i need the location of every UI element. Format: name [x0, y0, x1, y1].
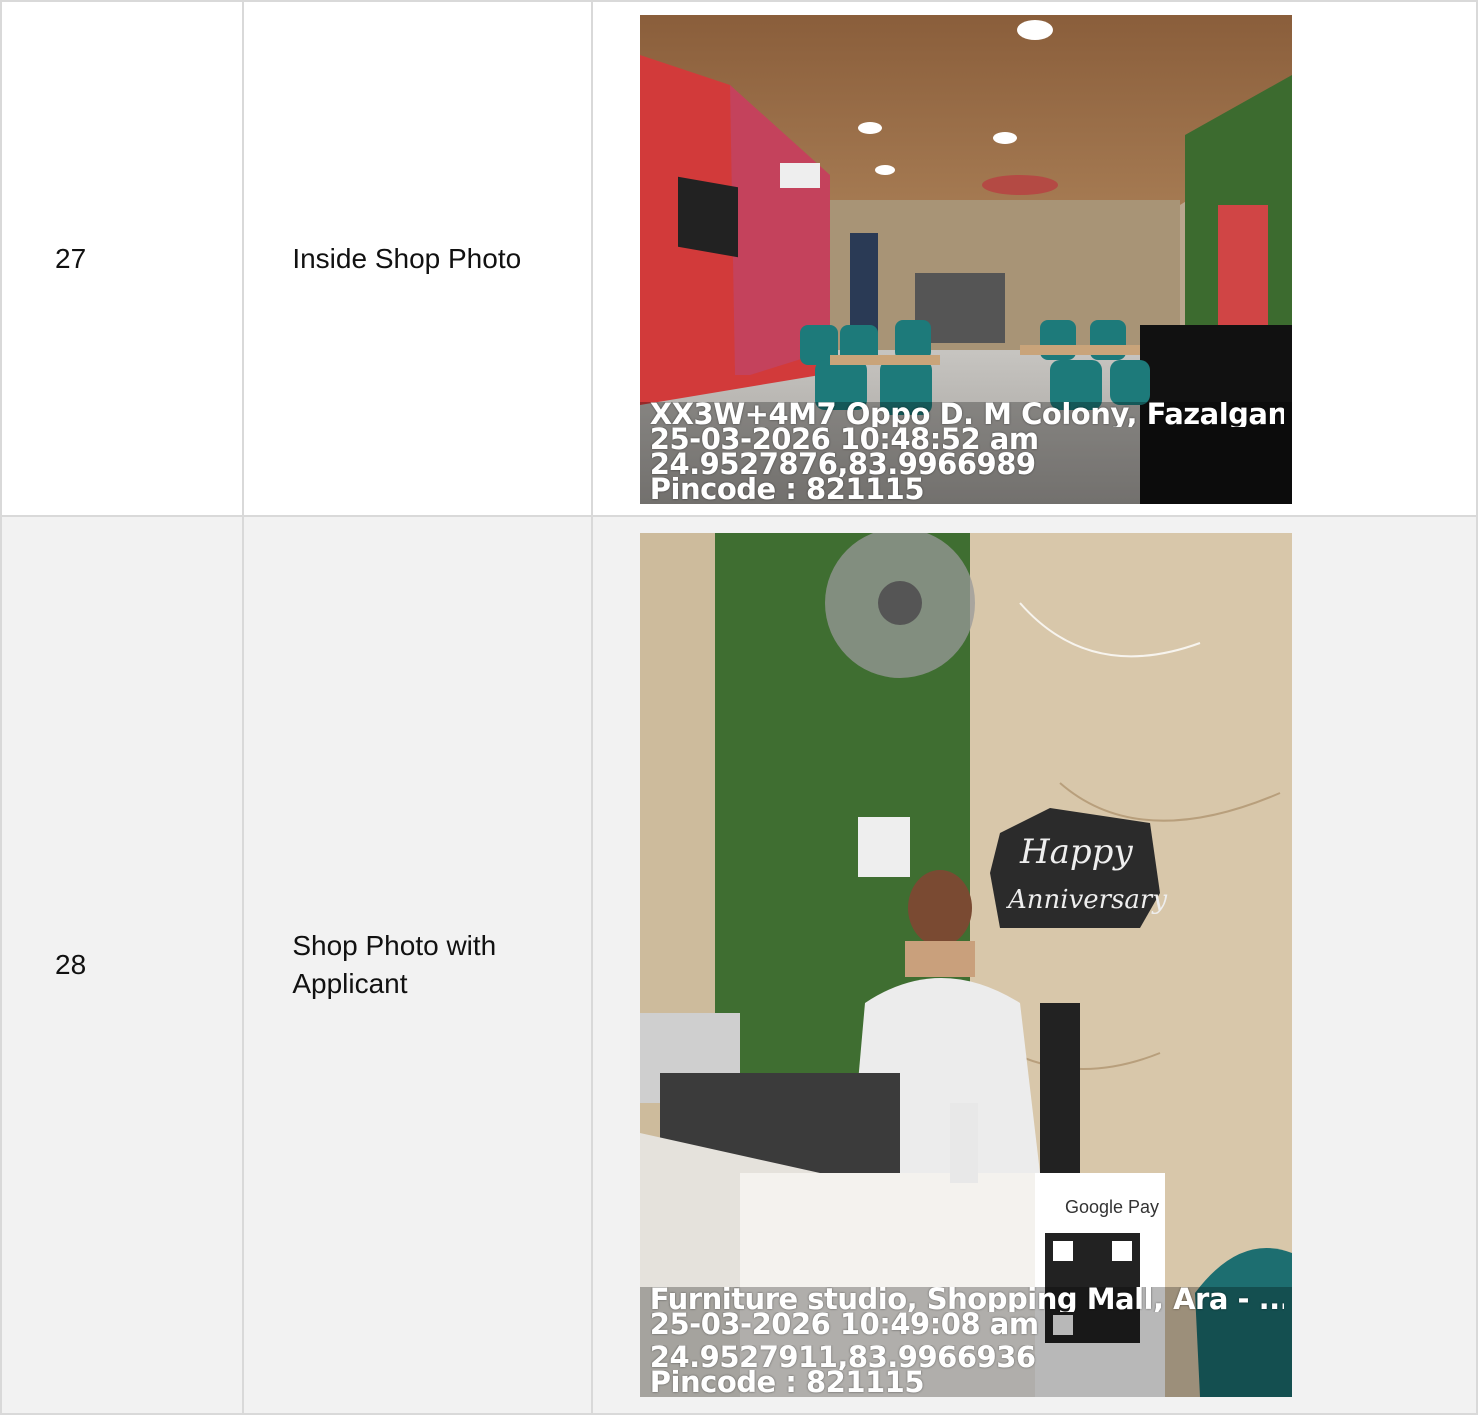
applicant-at-counter-image: Happy Anniversary Google Pay [639, 533, 1292, 1397]
table-row: 28 Shop Photo with Applicant Happy Anniv… [0, 515, 1479, 1415]
stamp-coordinates: 24.9527876,83.9966989 [649, 452, 1036, 477]
geo-stamp: Furniture studio, Shopping Mall, Ara - .… [639, 1287, 1292, 1397]
sign-anniversary: Anniversary [1006, 885, 1167, 915]
photo-cell: Happy Anniversary Google Pay Furniture s… [590, 515, 1479, 1415]
row-label: Inside Shop Photo [242, 0, 593, 517]
stamp-coordinates: 24.9527911,83.9966936 [649, 1345, 1036, 1370]
photo-cell: XX3W+4M7 Oppo D. M Colony, Fazalganj, ..… [590, 0, 1479, 517]
inside-shop-photo: XX3W+4M7 Oppo D. M Colony, Fazalganj, ..… [639, 15, 1292, 504]
row-label-line: Shop Photo with [292, 930, 497, 961]
row-number: 27 [0, 0, 245, 517]
stamp-pincode: Pincode : 821115 [649, 1370, 925, 1395]
row-label-line: Applicant [292, 968, 408, 999]
stamp-pincode: Pincode : 821115 [649, 477, 925, 502]
sign-happy: Happy [1019, 832, 1133, 872]
row-number: 28 [0, 515, 245, 1415]
stamp-address: Furniture studio, Shopping Mall, Ara - .… [649, 1287, 1284, 1312]
table-row: 27 Inside Shop Photo XX3W+4M7 Oppo D. M … [0, 0, 1479, 517]
row-label: Shop Photo with Applicant [242, 515, 593, 1415]
geo-stamp: XX3W+4M7 Oppo D. M Colony, Fazalganj, ..… [639, 402, 1292, 504]
document-table: 27 Inside Shop Photo XX3W+4M7 Oppo D. M … [0, 0, 1479, 1415]
stamp-datetime: 25-03-2026 10:49:08 am [649, 1312, 1039, 1337]
shop-photo-with-applicant: Happy Anniversary Google Pay Furniture s… [639, 533, 1292, 1397]
stamp-datetime: 25-03-2026 10:48:52 am [649, 427, 1039, 452]
gpay-label: Google Pay [1065, 1197, 1159, 1217]
stamp-address: XX3W+4M7 Oppo D. M Colony, Fazalganj, ..… [649, 402, 1284, 427]
